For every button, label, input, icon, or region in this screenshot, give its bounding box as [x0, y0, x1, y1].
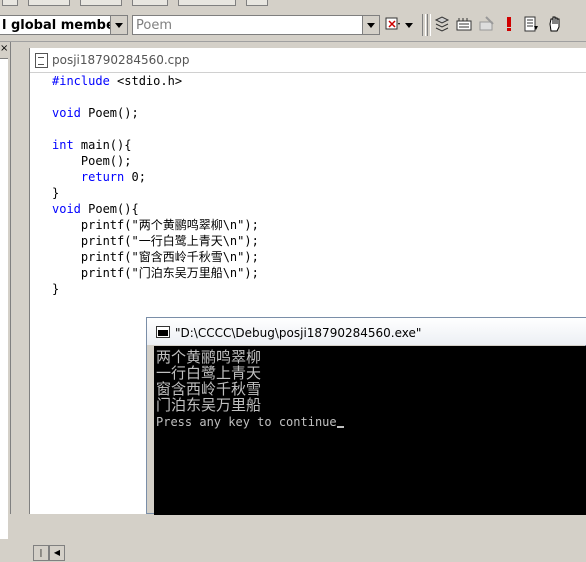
workspace-panel: × [0, 42, 11, 539]
execute-icon[interactable] [499, 15, 519, 35]
console-prompt-line: Press any key to continue [156, 414, 344, 430]
hidden-toolbar-button [178, 0, 236, 6]
code-line: printf("窗含西岭千秋雪\n"); [52, 250, 259, 264]
splitter[interactable] [11, 42, 29, 514]
close-icon[interactable]: × [0, 42, 9, 56]
hidden-toolbar-button [2, 0, 18, 6]
editor-tab[interactable]: posji18790284560.cpp [30, 48, 586, 73]
cpp-file-icon [35, 53, 48, 68]
code-line: #include <stdio.h> [52, 74, 183, 88]
code-line: } [52, 186, 60, 200]
breakpoint-hand-icon[interactable] [545, 15, 565, 35]
console-window[interactable]: "D:\CCCC\Debug\posji18790284560.exe" 两个黄… [146, 317, 586, 515]
horizontal-scrollbar[interactable]: | ◀ [33, 544, 153, 562]
chevron-down-icon[interactable] [362, 16, 379, 34]
code-line: printf("一行白鹭上青天\n"); [52, 234, 259, 248]
console-titlebar[interactable]: "D:\CCCC\Debug\posji18790284560.exe" [147, 318, 586, 345]
hidden-toolbar-button [246, 0, 268, 6]
function-combo[interactable]: Poem [132, 15, 380, 35]
code-line: } [52, 282, 60, 296]
top-menu-strip [0, 0, 586, 8]
console-output-line: 两个黄鹂鸣翠柳 [156, 348, 262, 366]
scroll-left-icon[interactable]: ◀ [49, 545, 65, 561]
hidden-toolbar-button [80, 0, 122, 6]
console-title: "D:\CCCC\Debug\posji18790284560.exe" [175, 326, 422, 340]
editor-filename: posji18790284560.cpp [52, 53, 190, 67]
members-combo-value: l global members [2, 18, 110, 33]
function-combo-value: Poem [136, 18, 172, 33]
console-output-line: 窗含西岭千秋雪 [156, 380, 262, 398]
console-app-icon [156, 326, 170, 338]
chevron-down-icon[interactable] [110, 16, 127, 34]
build-icon[interactable] [454, 15, 474, 35]
console-output-line: 一行白鹭上青天 [156, 364, 262, 382]
code-line: int main(){ [52, 138, 132, 152]
code-line: printf("门泊东吴万里船\n"); [52, 266, 259, 280]
code-line: void Poem(); [52, 106, 139, 120]
workspace-tree[interactable] [0, 58, 8, 539]
wizard-dropdown-icon[interactable] [403, 15, 415, 35]
toolbar-separator [422, 14, 426, 36]
scroll-start-icon[interactable]: | [33, 545, 49, 561]
wizard-action-icon[interactable] [383, 15, 403, 35]
code-line: printf("两个黄鹂鸣翠柳\n"); [52, 218, 259, 232]
hidden-toolbar-button [28, 0, 70, 6]
members-combo[interactable]: l global members [0, 15, 128, 35]
console-output-line: 门泊东吴万里船 [156, 396, 262, 414]
wizard-bar: l global members Poem [0, 9, 586, 42]
code-line: return 0; [80, 170, 146, 184]
console-screen[interactable]: 两个黄鹂鸣翠柳 一行白鹭上青天 窗含西岭千秋雪 门泊东吴万里船 Press an… [154, 346, 586, 515]
text-cursor [336, 426, 344, 428]
toolbar-separator [427, 14, 431, 36]
code-line: Poem(); [52, 154, 132, 168]
stop-build-icon[interactable] [477, 15, 497, 35]
go-icon[interactable] [521, 15, 541, 35]
hidden-toolbar-button [132, 0, 168, 6]
compile-icon[interactable] [432, 15, 452, 35]
console-prompt: Press any key to continue [156, 415, 337, 429]
code-line: void Poem(){ [52, 202, 139, 216]
